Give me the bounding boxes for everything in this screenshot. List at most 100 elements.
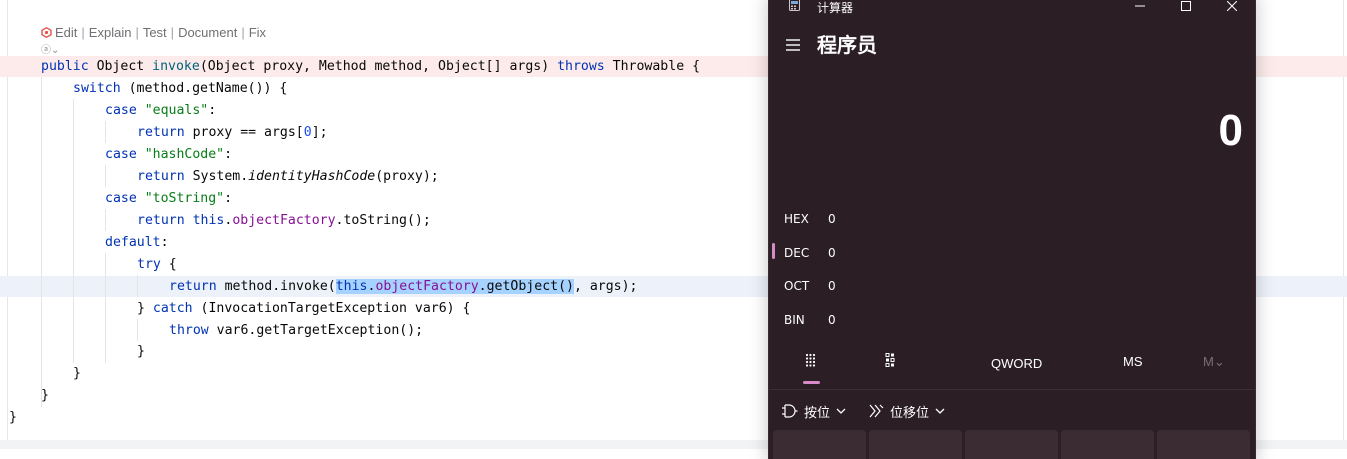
code-line-8[interactable]: return this.objectFactory.toString(); [137, 210, 431, 231]
code-text: (method.getName()) { [120, 81, 288, 96]
ai-explain-link[interactable]: Explain [89, 25, 132, 40]
code-line-11[interactable]: return method.invoke(this.objectFactory.… [169, 276, 637, 297]
indent-guide [105, 165, 106, 187]
bitwise-dropdown[interactable]: 按位 [781, 401, 846, 421]
logic-gate-icon [782, 404, 798, 418]
radix-value: 0 [828, 246, 836, 260]
code-text: { [160, 257, 177, 272]
code-line-12[interactable]: } catch (InvocationTargetException var6)… [137, 298, 470, 319]
keyword: return [169, 279, 217, 294]
memory-list-button: M⌄ [1203, 354, 1225, 369]
keyword: switch [73, 81, 121, 96]
code-text: (proxy); [375, 169, 439, 184]
code-selection[interactable]: this.objectFactory.getObject() [335, 279, 574, 294]
bitshift-dropdown[interactable]: 位移位 [869, 401, 945, 421]
indent-guide [73, 99, 74, 363]
radix-label: OCT [784, 279, 810, 293]
ai-fix-link[interactable]: Fix [249, 25, 266, 40]
calculator-key[interactable] [1157, 430, 1250, 459]
indent-guide [105, 209, 106, 231]
code-line-13[interactable]: throw var6.getTargetException(); [169, 320, 423, 341]
keyword: return [137, 213, 185, 228]
bit-toggle-keypad-icon[interactable] [884, 352, 900, 368]
calculator-app-icon [789, 0, 800, 11]
full-keypad-icon[interactable] [804, 352, 820, 368]
keyword: this [335, 279, 368, 294]
code-text: proxy == args[ [184, 125, 304, 140]
active-tab-indicator [803, 381, 820, 384]
radix-value: 0 [828, 279, 836, 293]
code-line-9[interactable]: default: [105, 232, 169, 253]
code-text: : [224, 147, 233, 162]
minimize-button[interactable] [1117, 0, 1163, 17]
code-text: : [208, 103, 217, 118]
word-size-button[interactable]: QWORD [991, 356, 1042, 371]
calculator-window[interactable]: 计算器 程序员 0 HEX 0 DEC 0 OCT 0 BIN 0 QWORD … [769, 0, 1255, 459]
ai-actions-inlay: Edit | Explain | Test | Document | Fix [41, 25, 266, 40]
code-text: Throwable { [604, 59, 701, 74]
maximize-icon [1181, 1, 1191, 11]
hamburger-menu-icon[interactable] [785, 37, 801, 53]
keyword: try [137, 257, 161, 272]
bitwise-label: 按位 [804, 405, 831, 421]
calculator-titlebar[interactable]: 计算器 [769, 0, 1255, 17]
calculator-key[interactable] [773, 430, 866, 459]
minimize-icon [1135, 5, 1145, 7]
bitshift-label: 位移位 [890, 405, 930, 421]
ai-test-link[interactable]: Test [143, 25, 167, 40]
keyword: throws [557, 59, 605, 74]
calculator-mode-title: 程序员 [817, 33, 877, 57]
close-icon [1227, 1, 1237, 11]
code-line-2[interactable]: switch (method.getName()) { [73, 78, 287, 99]
keyword: this [192, 213, 225, 228]
code-line-3[interactable]: case "equals": [105, 100, 216, 121]
field-reference: objectFactory [375, 279, 479, 294]
code-line-15[interactable]: } [73, 363, 81, 384]
code-line-16[interactable]: } [41, 385, 49, 406]
number-literal: 0 [303, 125, 312, 140]
bit-shift-icon [869, 404, 884, 418]
code-text: ]; [311, 125, 328, 140]
ai-edit-link[interactable]: Edit [55, 25, 77, 40]
code-line-10[interactable]: try { [137, 254, 177, 275]
code-line-17[interactable]: } [9, 407, 17, 428]
hint-separator: | [241, 25, 245, 40]
code-line-14[interactable]: } [137, 341, 145, 362]
chevron-down-icon [935, 408, 945, 414]
keyword: public [41, 59, 89, 74]
calculator-key[interactable] [1061, 430, 1154, 459]
static-method-call: identityHashCode [248, 169, 376, 184]
keyword: default [105, 235, 161, 250]
indent-guide [41, 77, 42, 407]
inlay-hint-dropdown[interactable]: ⓐ⌄ [41, 41, 59, 56]
code-line-1[interactable]: public Object invoke(Object proxy, Metho… [41, 56, 700, 77]
code-text: : [224, 191, 233, 206]
code-line-6[interactable]: return System.identityHashCode(proxy); [137, 166, 439, 187]
code-text: (InvocationTargetException var6) { [192, 301, 471, 316]
keyword: throw [169, 323, 209, 338]
calculator-key[interactable] [965, 430, 1058, 459]
code-line-5[interactable]: case "hashCode": [105, 144, 232, 165]
radix-label: BIN [784, 313, 805, 327]
code-text: } [137, 344, 145, 359]
memory-store-button[interactable]: MS [1123, 354, 1143, 369]
hint-separator: | [135, 25, 139, 40]
hint-separator: | [170, 25, 175, 40]
maximize-button[interactable] [1163, 0, 1209, 17]
string-literal: "toString" [144, 191, 225, 206]
method-name: invoke [152, 59, 200, 74]
code-line-4[interactable]: return proxy == args[0]; [137, 122, 328, 143]
keyword: catch [152, 301, 193, 316]
ai-document-link[interactable]: Document [178, 25, 237, 40]
close-button[interactable] [1209, 0, 1255, 17]
indent-guide [105, 121, 106, 143]
selected-radix-indicator [772, 243, 775, 259]
string-literal: "equals" [144, 103, 209, 118]
calculator-key[interactable] [869, 430, 962, 459]
radix-value: 0 [828, 212, 836, 226]
field-reference: objectFactory [232, 213, 336, 228]
code-line-7[interactable]: case "toString": [105, 188, 232, 209]
radix-value: 0 [828, 313, 836, 327]
